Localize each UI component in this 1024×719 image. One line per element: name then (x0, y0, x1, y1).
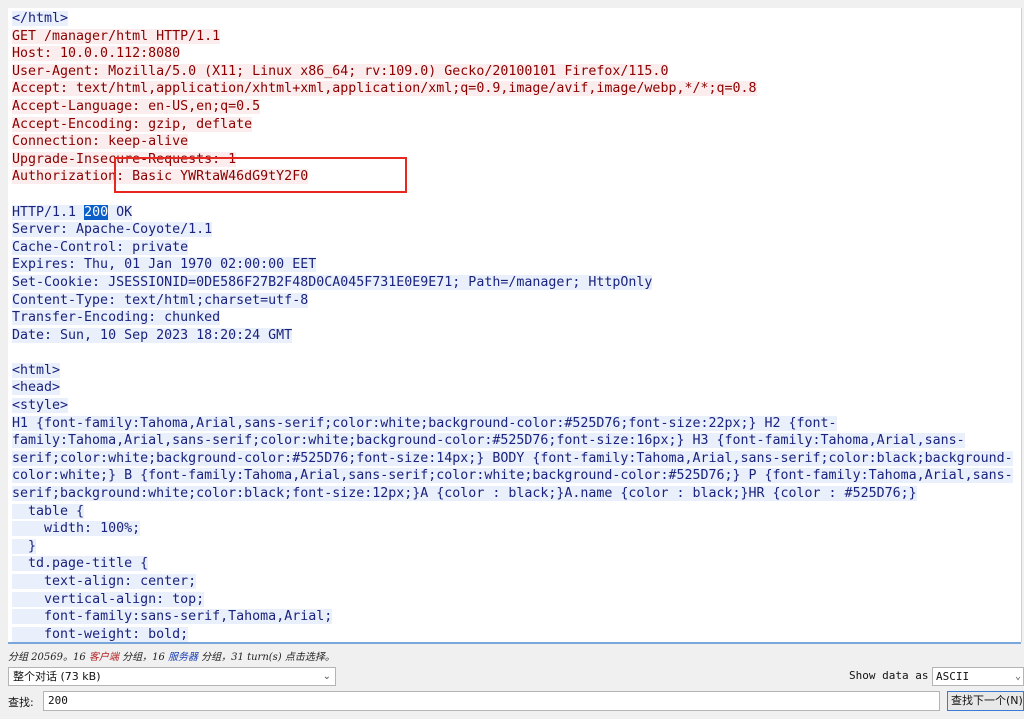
server-text: serif;color:white;background-color:#525D… (12, 450, 1013, 466)
server-text: <style> (12, 398, 69, 414)
server-text: <head> (12, 380, 61, 396)
server-text: Transfer-Encoding: chunked (12, 310, 221, 326)
stream-line: Connection: keep-alive (12, 133, 1021, 151)
stream-line: Content-Type: text/html;charset=utf-8 (12, 292, 1021, 310)
stream-line: User-Agent: Mozilla/5.0 (X11; Linux x86_… (12, 63, 1021, 81)
stream-line: Date: Sun, 10 Sep 2023 18:20:24 GMT (12, 327, 1021, 345)
server-text: Cache-Control: private (12, 239, 189, 255)
chevron-down-icon: ⌄ (322, 671, 331, 682)
server-text: serif;background:white;color:black;font-… (12, 486, 917, 502)
show-data-value: ASCII (936, 670, 970, 683)
client-text: Connection: keep-alive (12, 134, 189, 150)
find-label: 查找: (8, 696, 34, 709)
server-text: } (12, 538, 37, 554)
server-text: td.page-title { (12, 556, 149, 572)
stream-line: font-family:sans-serif,Tahoma,Arial; (12, 608, 1021, 626)
client-text: Upgrade-Insecure-Requests: 1 (12, 151, 237, 167)
stream-line: <html> (12, 362, 1021, 380)
stream-line: Transfer-Encoding: chunked (12, 309, 1021, 327)
stream-line: HTTP/1.1 200 OK (12, 204, 1021, 222)
client-text: Accept-Language: en-US,en;q=0.5 (12, 98, 261, 114)
stream-line: color:white;} B {font-family:Tahoma,Aria… (12, 467, 1021, 485)
server-text: <html> (12, 362, 61, 378)
stream-text: </html> GET /manager/html HTTP/1.1 Host: 1… (8, 8, 1021, 642)
stream-line: serif;color:white;background-color:#525D… (12, 450, 1021, 468)
stream-line: </html> (12, 10, 1021, 28)
stream-line: family:Tahoma,Arial,sans-serif;color:whi… (12, 432, 1021, 450)
server-text: Server: Apache-Coyote/1.1 (12, 222, 213, 238)
server-text: H1 {font-family:Tahoma,Arial,sans-serif;… (12, 415, 837, 431)
stream-line: Host: 10.0.0.112:8080 (12, 45, 1021, 63)
find-next-button[interactable]: 查找下一个(N) (947, 691, 1024, 711)
status-prefix: HTTP/1.1 (12, 204, 85, 220)
status-suffix: 分组，31 turn(s) 点击选择。 (198, 652, 335, 663)
server-text: Content-Type: text/html;charset=utf-8 (12, 292, 309, 308)
server-text: Set-Cookie: JSESSIONID=0DE586F27B2F48D0C… (12, 274, 653, 290)
stream-line: Accept-Encoding: gzip, deflate (12, 116, 1021, 134)
server-text: font-family:sans-serif,Tahoma,Arial; (12, 609, 333, 625)
stream-line: Cache-Control: private (12, 239, 1021, 257)
stream-line: table { (12, 503, 1021, 521)
stream-line: font-weight: bold; (12, 626, 1021, 642)
find-input[interactable]: 200 (43, 691, 940, 711)
client-text: Authorization: Basic YWRtaW46dG9tY2F0 (12, 169, 309, 185)
status-suffix: OK (108, 204, 133, 220)
stream-line: Authorization: Basic YWRtaW46dG9tY2F0 (12, 168, 1021, 186)
server-label[interactable]: 服务器 (168, 652, 198, 663)
server-text: </html> (12, 11, 69, 26)
stream-line: width: 100%; (12, 520, 1021, 538)
server-text: Date: Sun, 10 Sep 2023 18:20:24 GMT (12, 327, 293, 343)
stream-line: Expires: Thu, 01 Jan 1970 02:00:00 EET (12, 256, 1021, 274)
server-text: width: 100%; (12, 521, 141, 537)
server-text: vertical-align: top; (12, 591, 205, 607)
server-text: table { (12, 503, 85, 519)
server-text: font-weight: bold; (12, 626, 189, 642)
stream-line (12, 344, 1021, 362)
conversation-select[interactable]: 整个对话 (73 kB) ⌄ (8, 667, 336, 686)
conversation-select-value: 整个对话 (73 kB) (13, 670, 101, 683)
client-text: User-Agent: Mozilla/5.0 (X11; Linux x86_… (12, 63, 669, 79)
search-match-highlight: 200 (84, 204, 109, 220)
server-text: color:white;} B {font-family:Tahoma,Aria… (12, 468, 1013, 484)
client-text: Host: 10.0.0.112:8080 (12, 46, 181, 62)
server-text: HTTP/1.1 200 OK (12, 204, 133, 220)
stream-line: <style> (12, 397, 1021, 415)
stream-line: H1 {font-family:Tahoma,Arial,sans-serif;… (12, 415, 1021, 433)
server-text: text-align: center; (12, 574, 197, 589)
client-text: Accept: text/html,application/xhtml+xml,… (12, 81, 757, 97)
server-text: Expires: Thu, 01 Jan 1970 02:00:00 EET (12, 257, 317, 273)
stream-line: td.page-title { (12, 555, 1021, 573)
client-label[interactable]: 客户端 (89, 652, 119, 663)
stream-line: Server: Apache-Coyote/1.1 (12, 221, 1021, 239)
stream-line: text-align: center; (12, 573, 1021, 591)
stream-line: Upgrade-Insecure-Requests: 1 (12, 151, 1021, 169)
tcp-stream-view[interactable]: </html> GET /manager/html HTTP/1.1 Host: 1… (8, 8, 1022, 642)
find-input-value: 200 (48, 694, 68, 707)
status-mid: 分组，16 (118, 652, 168, 663)
stream-line: <head> (12, 379, 1021, 397)
stream-line: } (12, 538, 1021, 556)
show-data-select[interactable]: ASCII ⌄ (932, 667, 1024, 686)
client-text: Accept-Encoding: gzip, deflate (12, 116, 253, 132)
stream-line: Accept: text/html,application/xhtml+xml,… (12, 80, 1021, 98)
client-text: GET /manager/html HTTP/1.1 (12, 28, 221, 44)
status-prefix: 分组 20569。16 (8, 652, 89, 663)
stream-line: vertical-align: top; (12, 591, 1021, 609)
stream-line: serif;background:white;color:black;font-… (12, 485, 1021, 503)
status-line: 分组 20569。16 客户端 分组，16 服务器 分组，31 turn(s) … (8, 648, 335, 663)
stream-line (12, 186, 1021, 204)
server-text: family:Tahoma,Arial,sans-serif;color:whi… (12, 433, 965, 449)
stream-line: Accept-Language: en-US,en;q=0.5 (12, 98, 1021, 116)
show-data-label: Show data as (849, 669, 929, 682)
stream-line: GET /manager/html HTTP/1.1 (12, 28, 1021, 46)
divider (8, 642, 1021, 644)
chevron-down-icon: ⌄ (1014, 671, 1021, 682)
stream-line: Set-Cookie: JSESSIONID=0DE586F27B2F48D0C… (12, 274, 1021, 292)
